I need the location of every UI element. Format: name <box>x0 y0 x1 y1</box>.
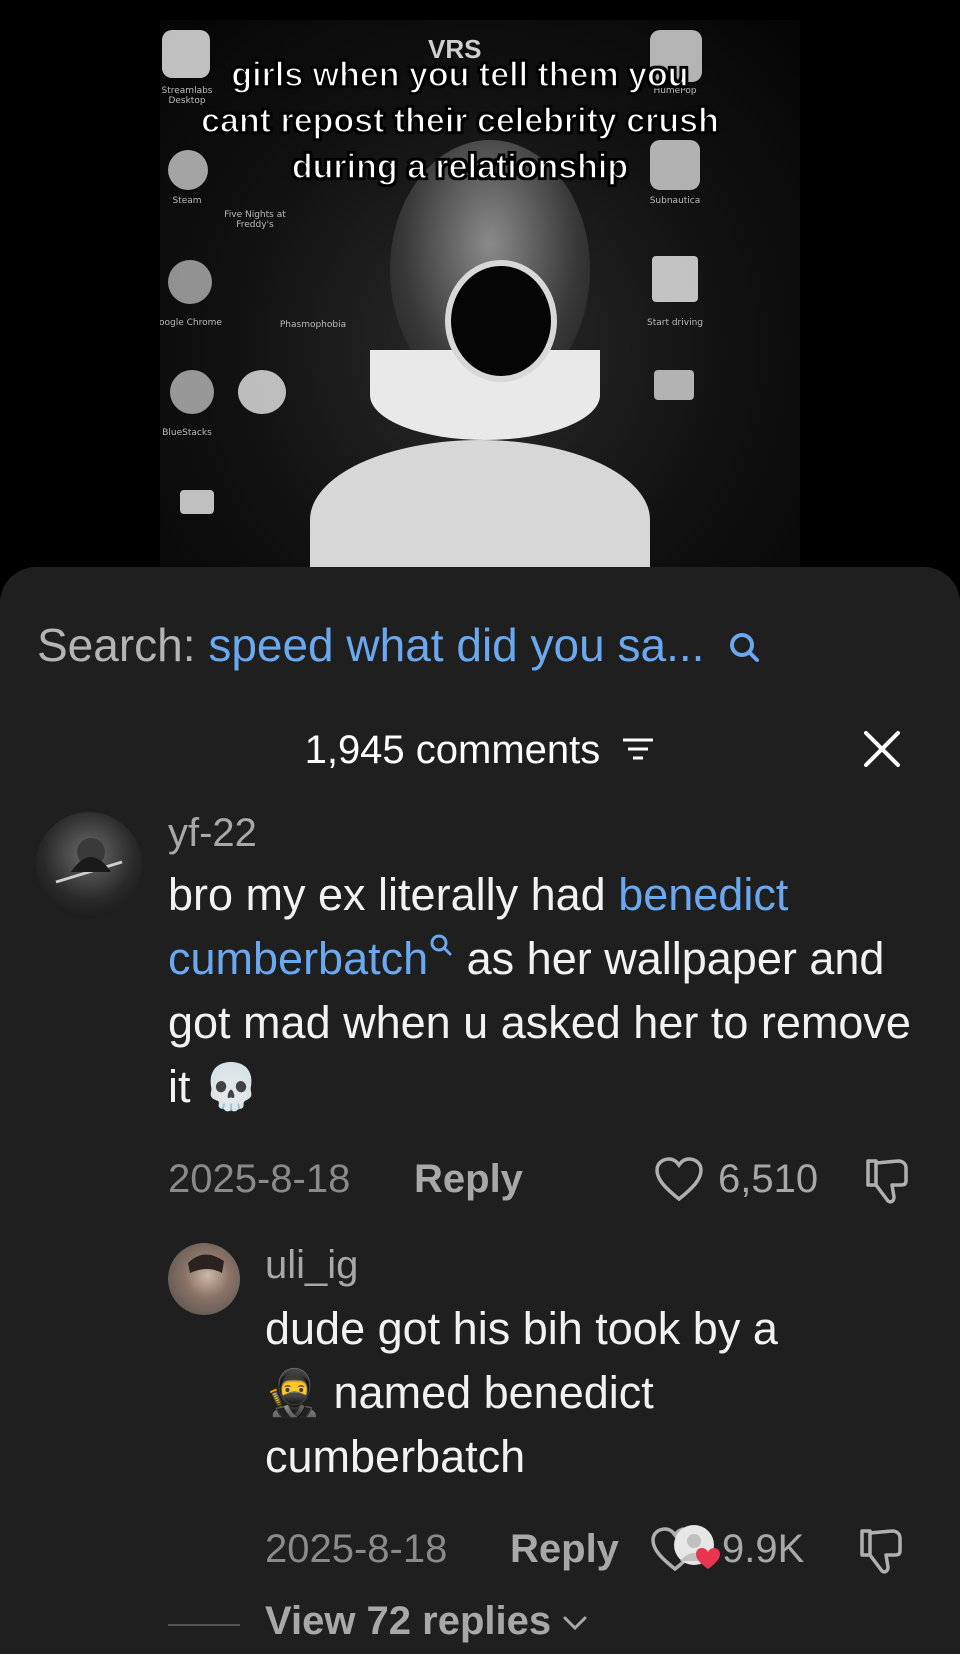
body-shape <box>310 440 650 568</box>
comment-date: 2025-8-18 <box>168 1157 351 1201</box>
sort-filter-icon[interactable] <box>621 724 655 774</box>
creator-liked-avatar <box>672 1523 720 1576</box>
chevron-down-icon <box>563 1616 587 1631</box>
reply-text: dude got his bih took by a 🥷 named bened… <box>265 1297 925 1489</box>
comments-sheet: Search: speed what did you sa... 1,945 c… <box>0 567 960 1654</box>
reply-username[interactable]: uli_ig <box>265 1243 358 1288</box>
view-replies-label: View 72 replies <box>265 1599 552 1643</box>
video-player[interactable]: Streamlabs Desktop Steam Google Chrome B… <box>0 0 960 568</box>
game-icon <box>652 256 698 302</box>
mouth-shape <box>445 260 557 382</box>
skull-app-icon <box>238 370 286 414</box>
reply-text-line: dude got his bih took by a <box>265 1303 778 1354</box>
reply-text-line: cumberbatch <box>265 1431 526 1482</box>
ninja-emoji: 🥷 <box>265 1367 322 1418</box>
comment-text: bro my ex literally had benedict cumberb… <box>168 863 928 1119</box>
avatar[interactable] <box>36 812 142 918</box>
skull-emoji: 💀 <box>203 1061 260 1112</box>
comment-text-part: bro my ex literally had <box>168 869 619 920</box>
view-replies-button[interactable]: View 72 replies <box>265 1599 588 1644</box>
search-label: Search: <box>37 619 196 671</box>
desktop-label: Phasmophobia <box>279 320 347 330</box>
chrome-icon <box>168 260 212 304</box>
desktop-label: Google Chrome <box>160 318 222 328</box>
search-suggestion[interactable]: Search: speed what did you sa... <box>37 617 761 677</box>
desktop-label: Start driving <box>646 318 703 328</box>
comments-header: 1,945 comments <box>0 725 960 775</box>
reply-text-part: named benedict <box>321 1367 654 1418</box>
close-icon[interactable] <box>862 729 902 774</box>
game-icon <box>654 370 694 400</box>
dislike-icon[interactable] <box>856 1527 906 1582</box>
desktop-label: Steam <box>172 196 202 206</box>
search-icon[interactable] <box>428 933 454 961</box>
comment-username[interactable]: yf-22 <box>168 811 257 856</box>
replies-divider <box>168 1624 240 1626</box>
comments-count: 1,945 comments <box>304 728 601 772</box>
desktop-label: Subnautica <box>649 196 701 206</box>
desktop-label: Five Nights at Freddy's <box>224 210 286 230</box>
heart-icon[interactable] <box>654 1157 704 1208</box>
video-caption: girls when you tell them you cant repost… <box>200 55 719 187</box>
desktop-label: BlueStacks <box>162 428 212 438</box>
reply-text-line: 🥷 named benedict <box>265 1361 925 1425</box>
search-icon[interactable] <box>727 621 761 677</box>
reply-button[interactable]: Reply <box>414 1157 523 1202</box>
like-count: 6,510 <box>718 1157 819 1201</box>
avatar[interactable] <box>168 1243 240 1315</box>
reply-date: 2025-8-18 <box>265 1527 448 1571</box>
dislike-icon[interactable] <box>862 1157 912 1212</box>
search-term[interactable]: speed what did you sa... <box>208 619 704 671</box>
bluestacks-icon <box>170 370 214 414</box>
shape-icon <box>180 490 214 514</box>
reply-button[interactable]: Reply <box>510 1527 619 1572</box>
like-count: 9.9K <box>722 1527 805 1571</box>
